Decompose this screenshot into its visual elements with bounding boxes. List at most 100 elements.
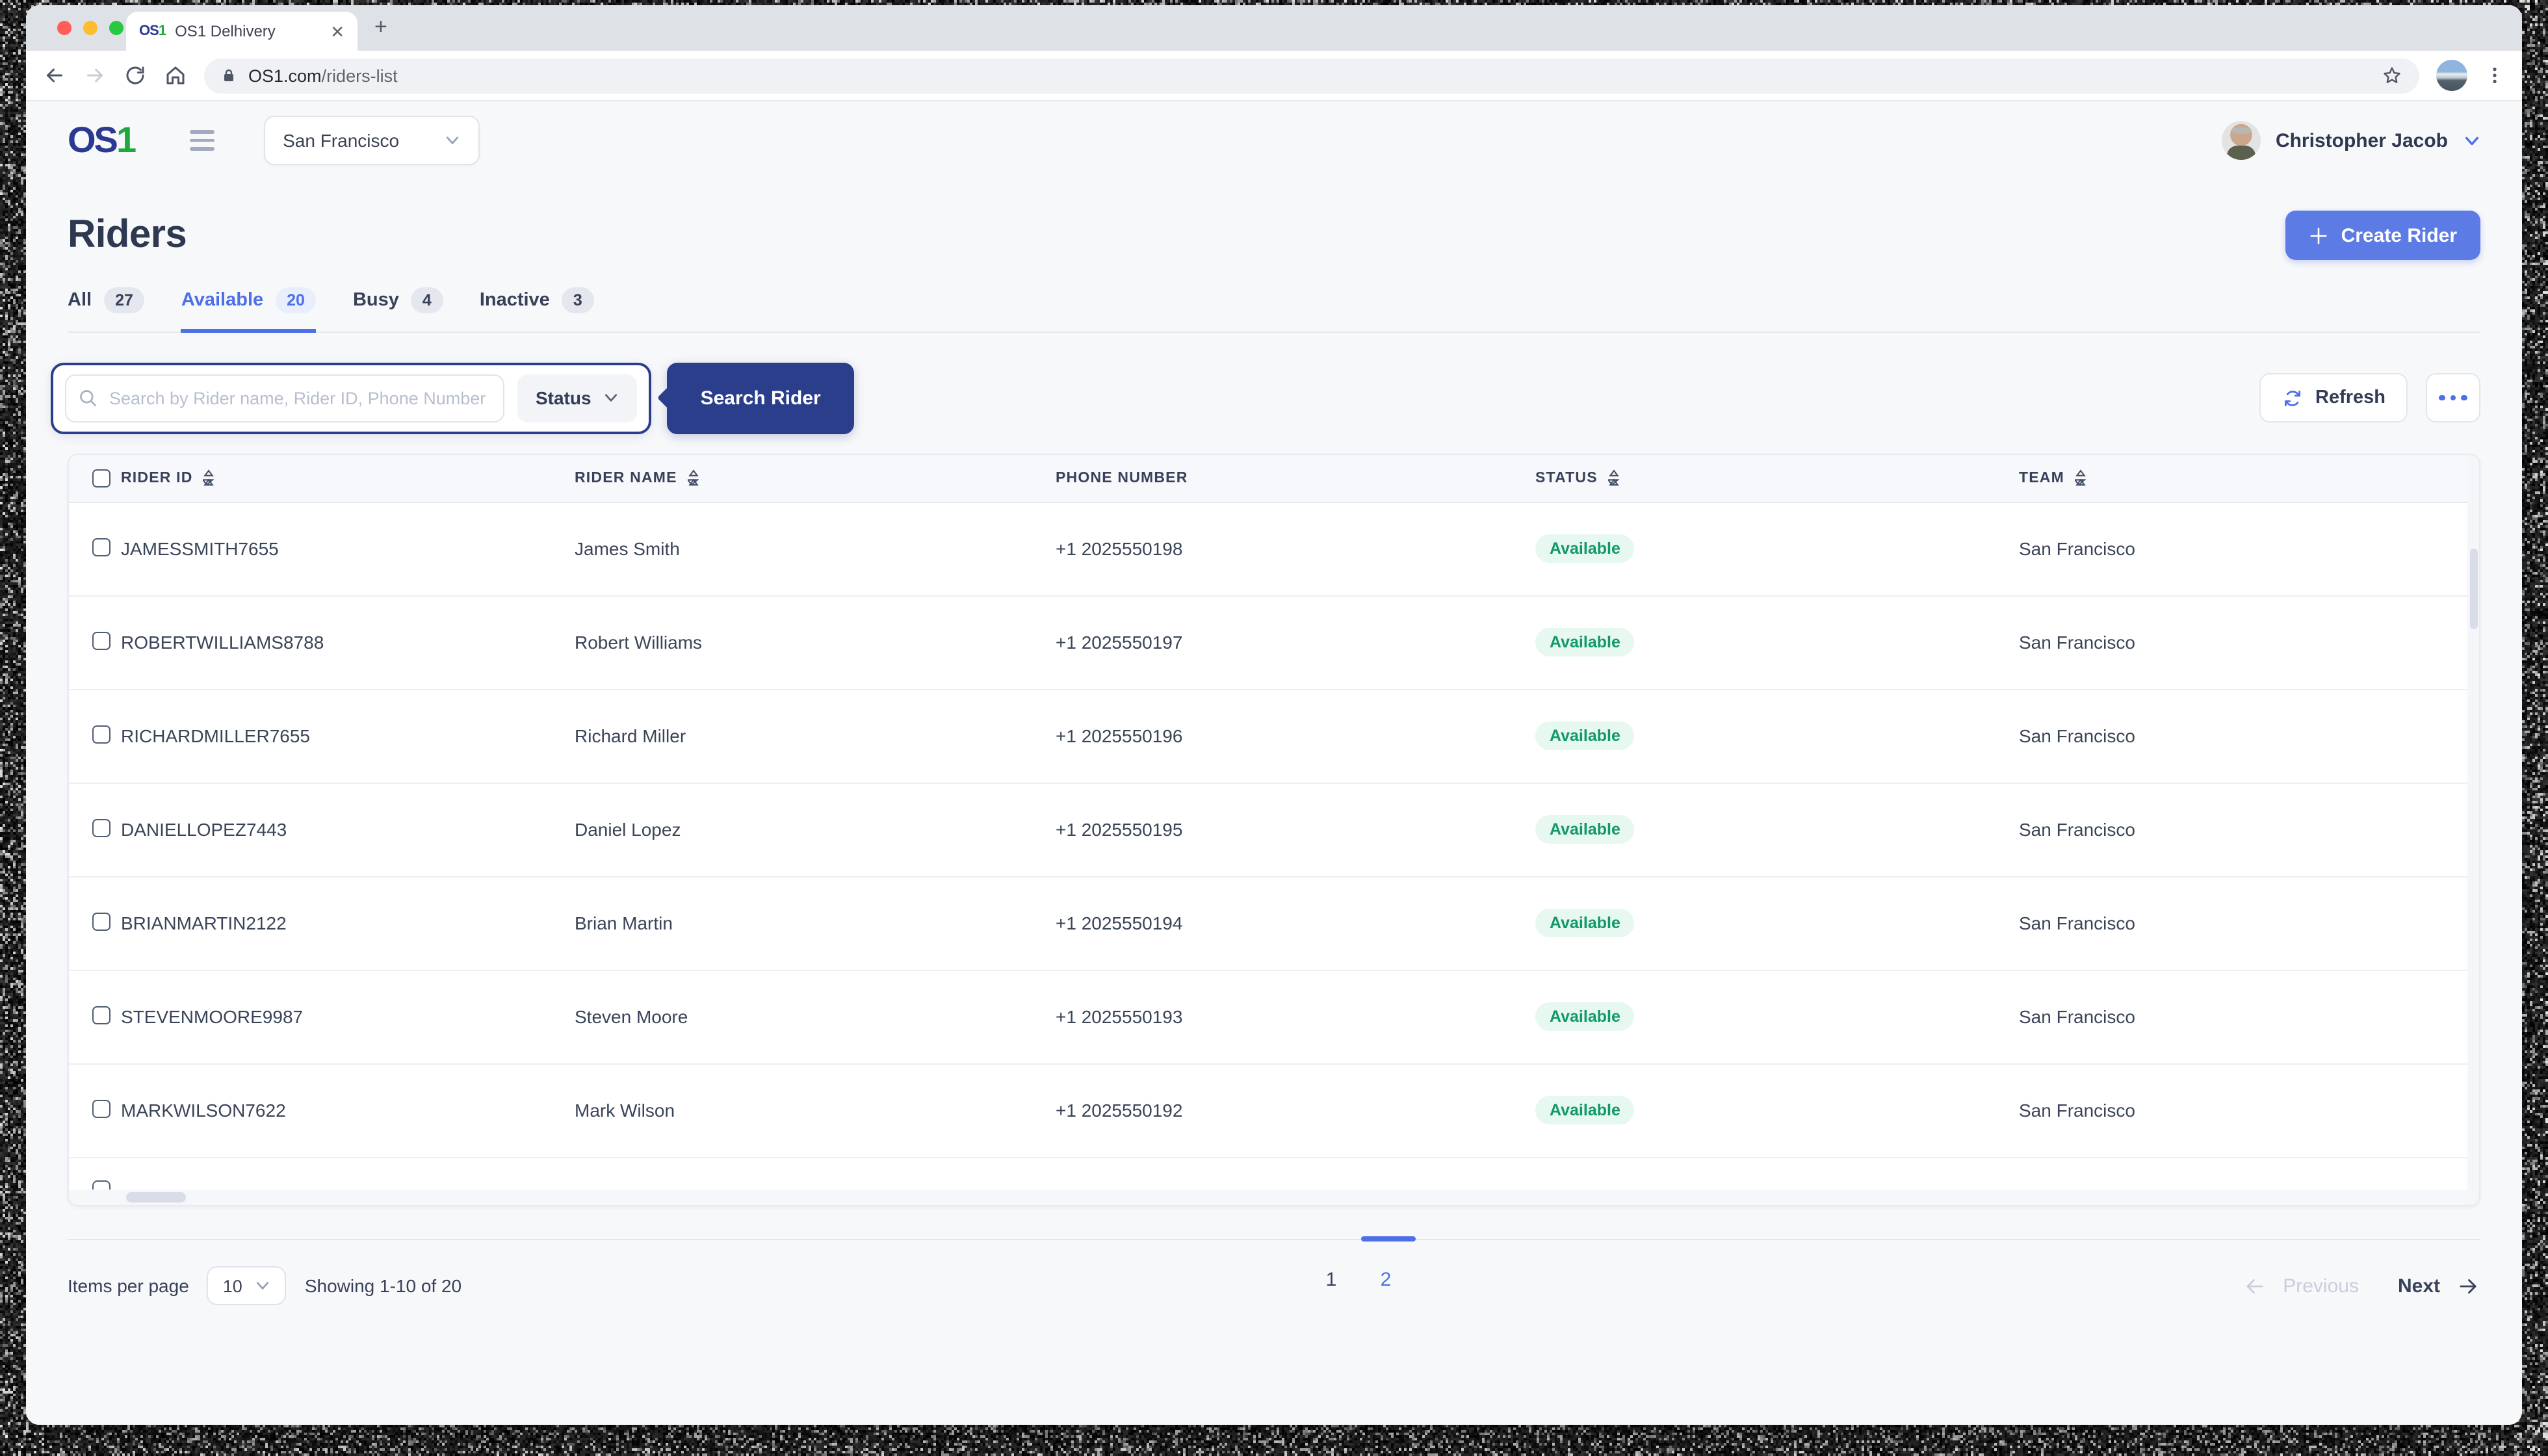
reload-icon[interactable] bbox=[124, 64, 147, 87]
minimize-window-button[interactable] bbox=[83, 21, 98, 35]
select-all-checkbox[interactable] bbox=[92, 469, 110, 487]
column-label: Status bbox=[1535, 470, 1598, 486]
browser-tab[interactable]: OS1 OS1 Delhivery ✕ bbox=[126, 12, 358, 51]
page-number-2[interactable]: 2 bbox=[1372, 1268, 1400, 1290]
next-page-button[interactable]: Next bbox=[2398, 1273, 2480, 1298]
cell-team: San Francisco bbox=[2019, 632, 2456, 653]
status-filter-dropdown[interactable]: Status bbox=[517, 374, 637, 422]
row-checkbox-partial bbox=[92, 1180, 110, 1189]
column-label: Phone Number bbox=[1056, 470, 1188, 486]
bookmark-star-icon[interactable] bbox=[2382, 65, 2402, 86]
tab-label: Available bbox=[181, 290, 263, 311]
tab-count-badge: 4 bbox=[411, 287, 443, 313]
table-row: RICHARDMILLER7655 Richard Miller +1 202555… bbox=[69, 690, 2479, 783]
page-number-1[interactable]: 1 bbox=[1317, 1268, 1346, 1290]
back-icon[interactable] bbox=[43, 64, 66, 87]
tab-available[interactable]: Available 20 bbox=[181, 287, 317, 333]
lock-icon bbox=[221, 68, 237, 83]
status-filter-label: Status bbox=[536, 387, 592, 408]
table-row: JAMESSMITH7655 James Smith +1 2025550198 Av… bbox=[69, 502, 2479, 596]
status-badge: Available bbox=[1535, 722, 1635, 750]
more-actions-button[interactable] bbox=[2426, 373, 2480, 422]
search-rider-button[interactable]: Search Rider bbox=[667, 362, 855, 434]
chevron-down-icon bbox=[255, 1278, 271, 1294]
refresh-icon bbox=[2282, 387, 2304, 409]
tab-all[interactable]: All 27 bbox=[68, 287, 145, 333]
table-header: Rider ID Rider Name Phone Number Status Team bbox=[69, 454, 2479, 502]
create-rider-button[interactable]: Create Rider bbox=[2285, 211, 2480, 260]
status-badge: Available bbox=[1535, 909, 1635, 937]
cell-team: San Francisco bbox=[2019, 725, 2456, 746]
previous-page-button[interactable]: Previous bbox=[2242, 1273, 2359, 1298]
browser-profile-avatar[interactable] bbox=[2436, 60, 2467, 91]
browser-toolbar: OS1.com/riders-list bbox=[26, 51, 2522, 101]
cell-rider-id: RICHARDMILLER7655 bbox=[121, 725, 575, 746]
cell-team: San Francisco bbox=[2019, 1006, 2456, 1027]
sort-icon[interactable] bbox=[203, 469, 215, 486]
page-title: Riders bbox=[68, 213, 187, 257]
table-body: JAMESSMITH7655 James Smith +1 2025550198 Av… bbox=[69, 502, 2479, 1158]
cell-rider-name: Daniel Lopez bbox=[575, 819, 1056, 840]
forward-icon[interactable] bbox=[83, 64, 107, 87]
pagination-bar: Items per page 10 Showing 1-10 of 20 12 … bbox=[68, 1238, 2480, 1314]
cell-team: San Francisco bbox=[2019, 538, 2456, 559]
status-badge: Available bbox=[1535, 815, 1635, 844]
browser-menu-icon[interactable] bbox=[2484, 65, 2505, 86]
row-checkbox[interactable] bbox=[92, 912, 110, 930]
chevron-down-icon bbox=[603, 390, 619, 406]
home-icon[interactable] bbox=[164, 64, 187, 87]
arrow-right-icon bbox=[2456, 1273, 2480, 1298]
riders-page: Riders Create Rider All 27 Available 20 Busy… bbox=[26, 211, 2522, 1314]
horizontal-scrollbar-thumb[interactable] bbox=[126, 1191, 186, 1202]
search-group: Status bbox=[51, 362, 651, 434]
location-dropdown[interactable]: San Francisco bbox=[263, 116, 479, 165]
sort-icon[interactable] bbox=[1608, 469, 1620, 486]
tab-busy[interactable]: Busy 4 bbox=[353, 287, 443, 333]
cell-rider-name: Robert Williams bbox=[575, 632, 1056, 653]
row-checkbox[interactable] bbox=[92, 538, 110, 556]
column-header-status[interactable]: Status bbox=[1535, 469, 2019, 486]
tab-close-icon[interactable]: ✕ bbox=[330, 23, 344, 40]
new-tab-button[interactable]: + bbox=[374, 16, 387, 40]
refresh-button[interactable]: Refresh bbox=[2259, 373, 2408, 422]
column-header-rider-id[interactable]: Rider ID bbox=[121, 469, 575, 486]
user-name: Christopher Jacob bbox=[2276, 129, 2448, 151]
tab-label: Busy bbox=[353, 290, 399, 311]
search-input[interactable] bbox=[65, 374, 504, 422]
column-header-rider-name[interactable]: Rider Name bbox=[575, 469, 1056, 486]
items-per-page-label: Items per page bbox=[68, 1275, 189, 1296]
row-checkbox[interactable] bbox=[92, 631, 110, 649]
column-header-team[interactable]: Team bbox=[2019, 469, 2456, 486]
window-controls bbox=[57, 21, 124, 35]
cell-phone-number: +1 2025550195 bbox=[1056, 819, 1535, 840]
row-checkbox[interactable] bbox=[92, 725, 110, 743]
horizontal-scrollbar[interactable] bbox=[69, 1189, 2479, 1204]
row-checkbox[interactable] bbox=[92, 1006, 110, 1024]
tab-title: OS1 Delhivery bbox=[175, 22, 276, 40]
row-checkbox[interactable] bbox=[92, 1099, 110, 1117]
sort-icon[interactable] bbox=[2075, 469, 2086, 486]
table-row: MARKWILSON7622 Mark Wilson +1 2025550192 Av… bbox=[69, 1064, 2479, 1158]
close-window-button[interactable] bbox=[57, 21, 72, 35]
address-bar[interactable]: OS1.com/riders-list bbox=[204, 58, 2419, 93]
row-checkbox[interactable] bbox=[92, 818, 110, 837]
vertical-scrollbar[interactable] bbox=[2467, 454, 2479, 1204]
cell-rider-name: Brian Martin bbox=[575, 913, 1056, 933]
maximize-window-button[interactable] bbox=[109, 21, 124, 35]
cell-rider-name: Mark Wilson bbox=[575, 1100, 1056, 1121]
tab-inactive[interactable]: Inactive 3 bbox=[480, 287, 594, 333]
tab-count-badge: 3 bbox=[562, 287, 594, 313]
cell-phone-number: +1 2025550197 bbox=[1056, 632, 1535, 653]
sort-icon[interactable] bbox=[688, 469, 699, 486]
chevron-down-icon bbox=[444, 133, 460, 148]
items-per-page-dropdown[interactable]: 10 bbox=[207, 1266, 287, 1305]
cell-team: San Francisco bbox=[2019, 819, 2456, 840]
cell-team: San Francisco bbox=[2019, 1100, 2456, 1121]
user-menu-chevron-icon[interactable] bbox=[2464, 132, 2480, 149]
vertical-scrollbar-thumb[interactable] bbox=[2469, 548, 2477, 629]
cell-rider-id: STEVENMOORE9987 bbox=[121, 1006, 575, 1027]
user-avatar[interactable] bbox=[2222, 121, 2261, 160]
hamburger-menu-icon[interactable] bbox=[189, 130, 214, 151]
location-label: San Francisco bbox=[283, 130, 399, 151]
plus-icon bbox=[2309, 226, 2328, 245]
